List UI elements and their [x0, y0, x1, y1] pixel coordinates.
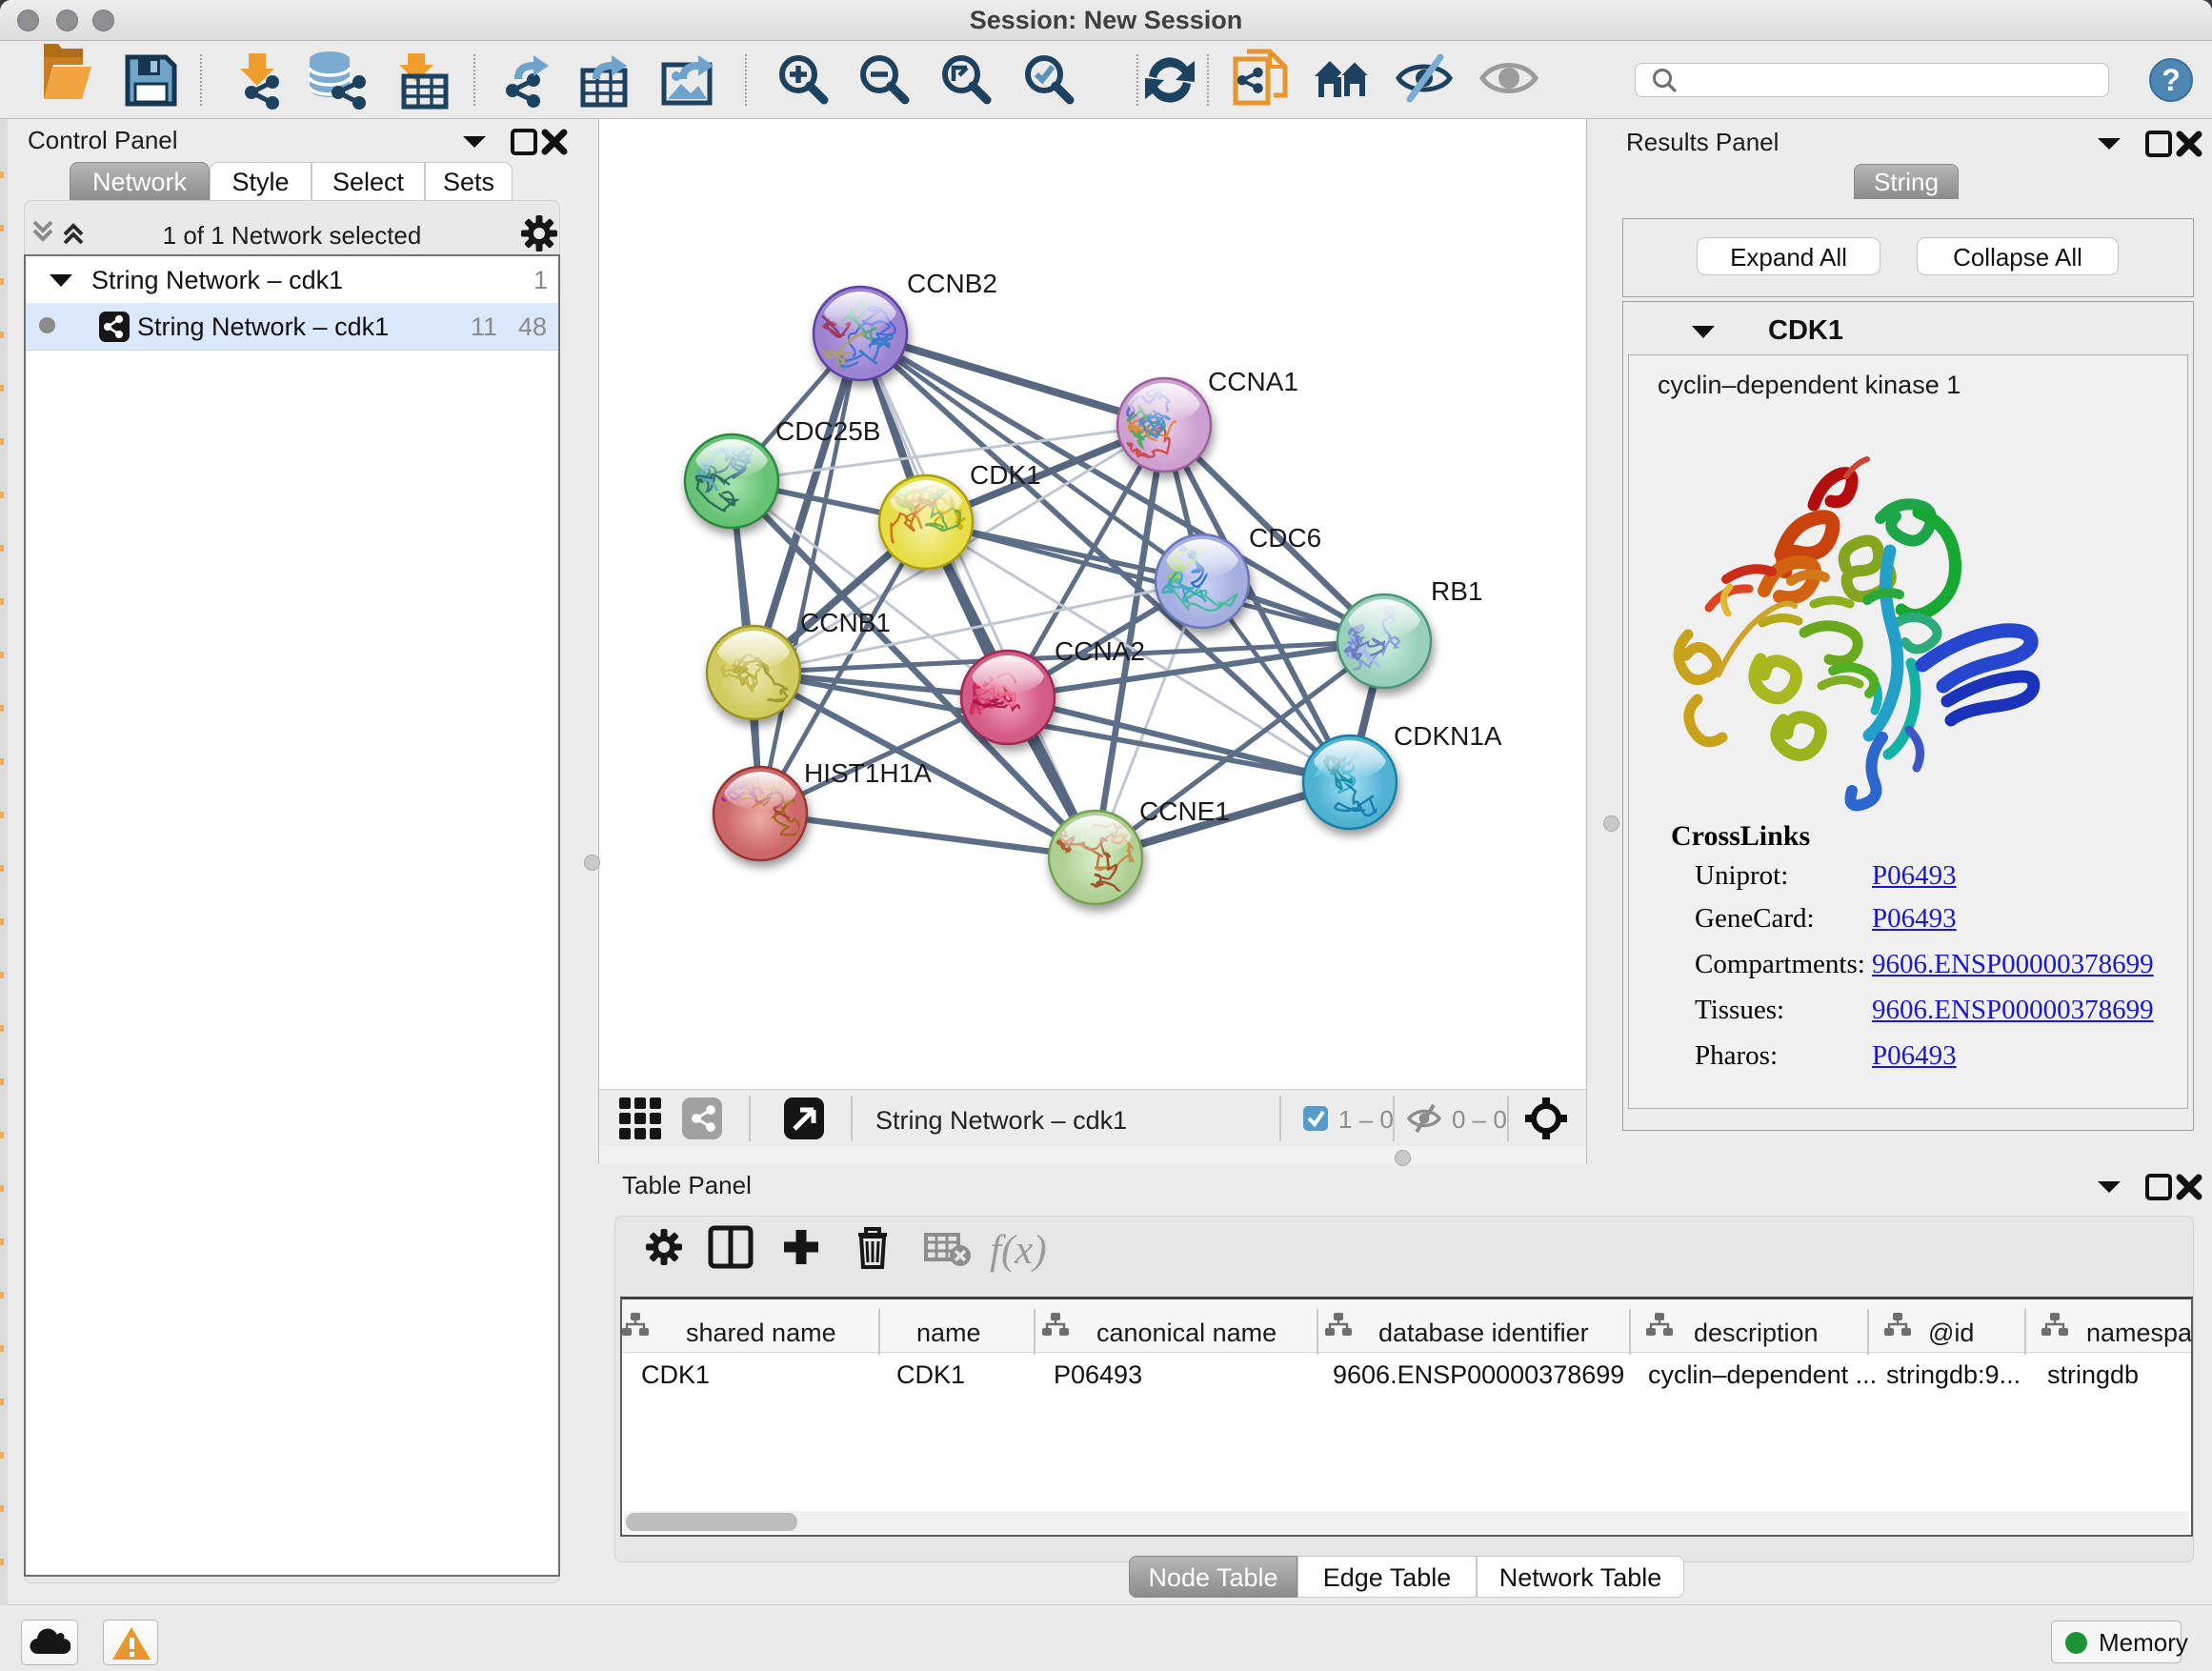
svg-text:CDKN1A: CDKN1A	[1394, 721, 1502, 751]
svg-text:CCNB1: CCNB1	[800, 608, 891, 637]
svg-text:CDK1: CDK1	[970, 460, 1041, 490]
svg-text:RB1: RB1	[1431, 576, 1482, 606]
svg-text:f(x): f(x)	[990, 1228, 1047, 1273]
svg-text:namespac: namespac	[2086, 1319, 2191, 1347]
svg-text:CCNE1: CCNE1	[1139, 796, 1230, 826]
svg-text:name: name	[916, 1319, 981, 1347]
svg-text:CCNB2: CCNB2	[907, 269, 997, 298]
svg-text:CCNA2: CCNA2	[1055, 636, 1145, 666]
svg-text:HIST1H1A: HIST1H1A	[804, 758, 932, 788]
svg-text:CDC6: CDC6	[1249, 523, 1321, 553]
svg-text:database identifier: database identifier	[1378, 1319, 1589, 1347]
svg-text:1 – 0: 1 – 0	[1338, 1105, 1394, 1134]
svg-text:CDC25B: CDC25B	[775, 416, 880, 446]
svg-text:@id: @id	[1928, 1319, 1974, 1347]
svg-text:shared name: shared name	[686, 1319, 836, 1347]
svg-text:?: ?	[2162, 63, 2181, 97]
svg-text:0 – 0: 0 – 0	[1452, 1105, 1507, 1134]
svg-text:description: description	[1694, 1319, 1819, 1347]
svg-text:canonical name: canonical name	[1096, 1319, 1277, 1347]
svg-text:CCNA1: CCNA1	[1208, 367, 1298, 396]
